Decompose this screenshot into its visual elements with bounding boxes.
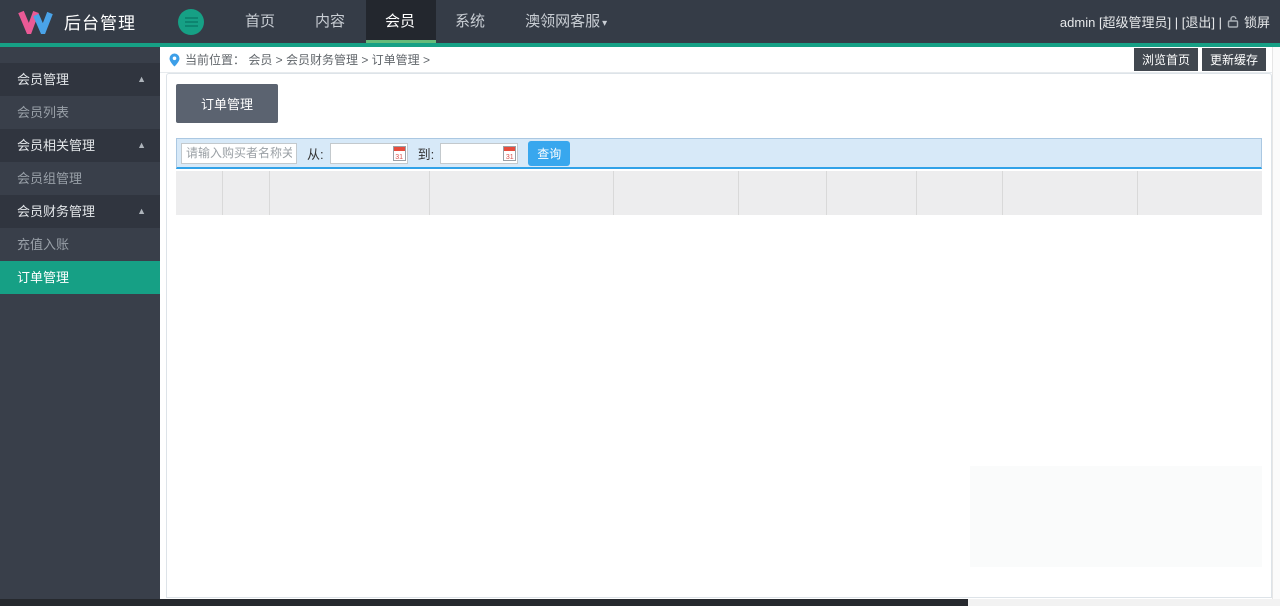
location-pin-icon [169, 53, 180, 66]
sidebar-item[interactable]: 会员组管理 [0, 162, 160, 195]
sidebar-item[interactable]: 会员相关管理 ▲ [0, 129, 160, 162]
date-to-label: 到: [417, 146, 435, 162]
lock-screen-link[interactable]: 锁屏 [1244, 12, 1270, 31]
nav-item[interactable]: 首页 [226, 0, 296, 43]
sidebar-item[interactable]: 会员列表 [0, 96, 160, 129]
table-column-header [176, 171, 222, 215]
user-info[interactable]: admin [超级管理员] | [退出] | [1060, 12, 1222, 31]
nav-item[interactable]: 会员 [366, 0, 437, 43]
calendar-icon[interactable]: 31 [392, 145, 406, 161]
user-area: admin [超级管理员] | [退出] | 锁屏 [1060, 12, 1280, 31]
table-column-header [738, 171, 826, 215]
nav-item[interactable]: 内容 [296, 0, 366, 43]
breadcrumb: 当前位置： 会员 > 会员财务管理 > 订单管理 > [185, 53, 431, 67]
vertical-scrollbar[interactable] [1272, 47, 1280, 599]
sidebar-item[interactable]: 会员财务管理 ▲ [0, 195, 160, 228]
nav-item[interactable]: 系统 [436, 0, 506, 43]
sidebar-item[interactable]: 订单管理 [0, 261, 160, 294]
chevron-up-icon: ▲ [137, 206, 146, 216]
refresh-cache-button[interactable]: 更新缓存 [1201, 48, 1266, 71]
horizontal-scrollbar-thumb[interactable] [0, 599, 968, 606]
brand: 后台管理 [0, 9, 178, 34]
top-actions: 浏览首页 更新缓存 [1133, 48, 1280, 71]
table-column-header [429, 171, 613, 215]
faint-overlay-box [970, 466, 1262, 567]
date-from-wrap: 31 [329, 142, 408, 164]
calendar-icon[interactable]: 31 [503, 145, 517, 161]
table-column-header [1137, 171, 1262, 215]
main-content: 当前位置： 会员 > 会员财务管理 > 订单管理 > 浏览首页 更新缓存 订单管… [160, 47, 1280, 606]
table-column-header [916, 171, 1002, 215]
nav-item[interactable]: 澳领网客服 ▾ [506, 0, 626, 43]
date-to-wrap: 31 [440, 142, 519, 164]
sidebar: 会员管理 ▲ 会员列表 会员相关管理 ▲ 会员组管理 会员财务管理 ▲ 充值入账… [0, 47, 160, 606]
chevron-down-icon: ▾ [602, 18, 608, 29]
table-column-header [222, 171, 269, 215]
app-title: 后台管理 [64, 14, 136, 33]
chevron-up-icon: ▲ [137, 140, 146, 150]
hamburger-menu-icon[interactable] [178, 8, 204, 35]
breadcrumb-bar: 当前位置： 会员 > 会员财务管理 > 订单管理 > 浏览首页 更新缓存 [160, 47, 1280, 73]
top-navbar: 后台管理 首页 内容 会员 系统 澳领网客服 ▾ admin [超级管理员] | [退出]… [0, 0, 1280, 43]
table-column-header [1002, 171, 1137, 215]
nav-menu: 首页 内容 会员 系统 澳领网客服 ▾ [226, 0, 626, 43]
table-column-header [826, 171, 916, 215]
search-toolbar: 从: 31 到: 31 查询 [176, 138, 1262, 169]
chevron-up-icon: ▲ [137, 74, 146, 84]
search-submit-button[interactable]: 查询 [528, 140, 571, 166]
browse-home-button[interactable]: 浏览首页 [1133, 48, 1198, 71]
sidebar-item[interactable]: 会员管理 ▲ [0, 63, 160, 96]
logo-w-icon [18, 10, 53, 34]
unlock-icon [1227, 15, 1239, 28]
horizontal-scrollbar-track[interactable] [0, 599, 1280, 606]
content-panel: 订单管理 从: 31 到: 31 查询 [166, 73, 1272, 598]
table-column-header [613, 171, 738, 215]
tab-order-management[interactable]: 订单管理 [176, 84, 279, 123]
table-column-header [269, 171, 429, 215]
date-from-label: 从: [307, 146, 324, 162]
sidebar-item[interactable]: 充值入账 [0, 228, 160, 261]
keyword-input[interactable] [181, 142, 297, 164]
orders-table-header [176, 171, 1262, 215]
